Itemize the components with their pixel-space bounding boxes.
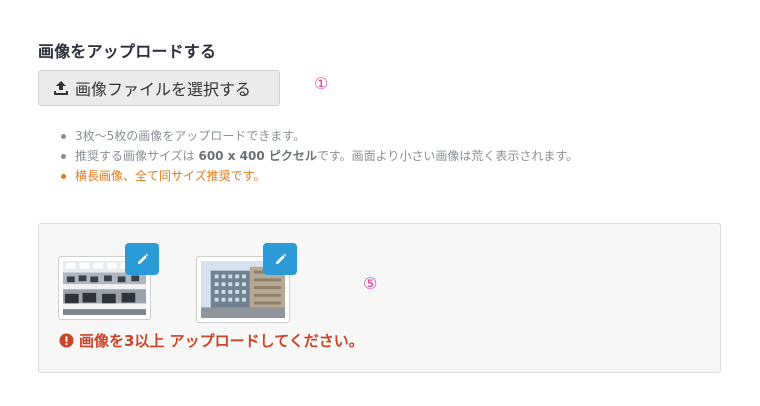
edit-image-button[interactable] — [263, 243, 297, 275]
note-item: 3枚〜5枚の画像をアップロードできます。 — [59, 126, 578, 146]
select-image-file-label: 画像ファイルを選択する — [75, 80, 252, 99]
note-item: 推奨する画像サイズは 600 x 400 ピクセルです。画面より小さい画像は荒く… — [59, 146, 578, 166]
upload-page: 画像をアップロードする 画像ファイルを選択する ① 3枚〜5枚の画像をアップロー… — [0, 0, 760, 406]
recommended-size: 600 x 400 ピクセル — [198, 149, 317, 163]
select-image-file-button[interactable]: 画像ファイルを選択する — [38, 70, 280, 106]
section-title: 画像をアップロードする — [38, 42, 217, 61]
edit-image-button[interactable] — [125, 243, 159, 275]
pencil-icon — [137, 253, 148, 264]
error-message-text: 画像を3以上 アップロードしてください。 — [79, 332, 364, 350]
upload-notes: 3枚〜5枚の画像をアップロードできます。 推奨する画像サイズは 600 x 40… — [59, 126, 578, 186]
upload-icon — [52, 79, 70, 97]
error-message: 画像を3以上 アップロードしてください。 — [59, 330, 364, 351]
note-item-accent: 横長画像、全て同サイズ推奨です。 — [59, 166, 578, 186]
uploaded-images-panel: 画像を3以上 アップロードしてください。 — [38, 223, 721, 373]
exclamation-circle-icon — [59, 333, 74, 348]
marker-5: ⑤ — [363, 274, 378, 293]
pencil-icon — [275, 253, 286, 264]
marker-1: ① — [314, 74, 329, 93]
